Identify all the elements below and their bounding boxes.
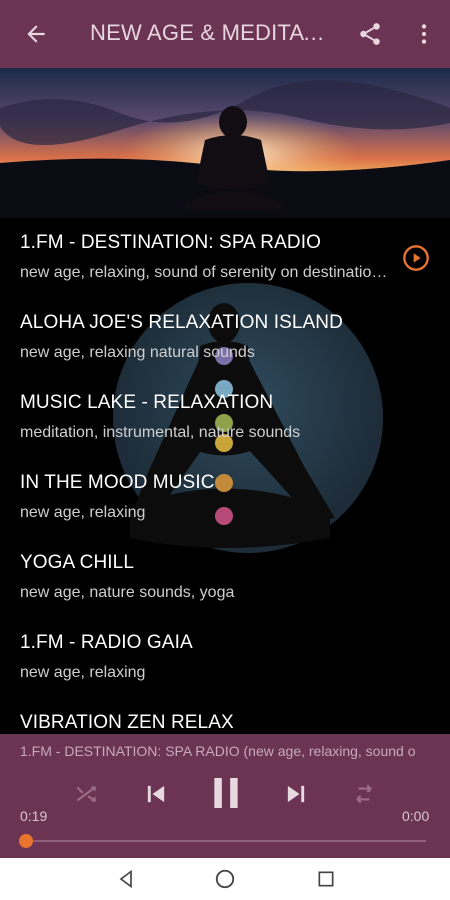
repeat-button[interactable]	[348, 778, 380, 810]
now-playing-text: 1.FM - DESTINATION: SPA RADIO (new age, …	[20, 743, 416, 759]
duration-time: 0:00	[402, 808, 430, 824]
shuffle-button[interactable]	[70, 778, 102, 810]
back-button[interactable]	[18, 16, 54, 52]
station-list-container[interactable]: 1.FM - DESTINATION: SPA RADIO new age, r…	[0, 68, 450, 734]
station-item[interactable]: IN THE MOOD MUSIC new age, relaxing	[0, 458, 450, 538]
station-name: YOGA CHILL	[20, 552, 134, 573]
station-tags: new age, relaxing	[20, 664, 146, 681]
station-list: 1.FM - DESTINATION: SPA RADIO new age, r…	[0, 218, 450, 734]
previous-button[interactable]	[138, 776, 174, 812]
app-bar: NEW AGE & MEDITATION	[0, 0, 450, 68]
station-tags: meditation, instrumental, nature sounds	[20, 424, 301, 441]
play-circle-icon[interactable]	[402, 244, 430, 272]
station-tags: new age, nature sounds, yoga	[20, 584, 235, 601]
station-name: IN THE MOOD MUSIC	[20, 472, 215, 493]
elapsed-time: 0:19	[20, 808, 48, 824]
more-vert-icon	[421, 24, 427, 44]
station-item[interactable]: VIBRATION ZEN RELAX	[0, 698, 450, 734]
station-name: ALOHA JOE'S RELAXATION ISLAND	[20, 312, 343, 333]
station-item[interactable]: 1.FM - DESTINATION: SPA RADIO new age, r…	[0, 218, 450, 298]
station-name: 1.FM - RADIO GAIA	[20, 632, 193, 653]
nav-home-button[interactable]	[212, 866, 238, 892]
square-recents-icon	[318, 871, 334, 887]
shuffle-icon	[76, 786, 96, 802]
seek-thumb[interactable]	[19, 834, 33, 848]
next-button[interactable]	[278, 776, 314, 812]
repeat-icon	[355, 784, 373, 804]
header-image	[0, 68, 450, 218]
nav-recents-button[interactable]	[313, 866, 339, 892]
station-name: 1.FM - DESTINATION: SPA RADIO	[20, 232, 321, 253]
station-name: VIBRATION ZEN RELAX	[20, 712, 234, 733]
player-bar: 1.FM - DESTINATION: SPA RADIO (new age, …	[0, 734, 450, 858]
share-button[interactable]	[352, 16, 388, 52]
system-nav-bar	[0, 858, 450, 900]
station-item[interactable]: YOGA CHILL new age, nature sounds, yoga	[0, 538, 450, 618]
share-icon	[360, 23, 380, 45]
station-item[interactable]: ALOHA JOE'S RELAXATION ISLAND new age, r…	[0, 298, 450, 378]
station-item[interactable]: 1.FM - RADIO GAIA new age, relaxing	[0, 618, 450, 698]
circle-home-icon	[215, 869, 235, 889]
station-tags: new age, relaxing natural sounds	[20, 344, 255, 361]
page-title: NEW AGE & MEDITATION	[90, 20, 330, 45]
pause-icon	[214, 778, 238, 808]
arrow-left-icon	[27, 25, 45, 43]
more-options-button[interactable]	[406, 16, 442, 52]
station-tags: new age, relaxing	[20, 504, 146, 521]
skip-previous-icon	[147, 785, 165, 803]
station-item[interactable]: MUSIC LAKE - RELAXATION meditation, inst…	[0, 378, 450, 458]
pause-button[interactable]	[203, 770, 249, 816]
nav-back-button[interactable]	[113, 866, 139, 892]
seek-bar[interactable]	[24, 840, 426, 842]
skip-next-icon	[287, 785, 305, 803]
station-name: MUSIC LAKE - RELAXATION	[20, 392, 274, 413]
station-tags: new age, relaxing, sound of serenity on …	[20, 264, 390, 281]
triangle-back-icon	[119, 869, 132, 889]
